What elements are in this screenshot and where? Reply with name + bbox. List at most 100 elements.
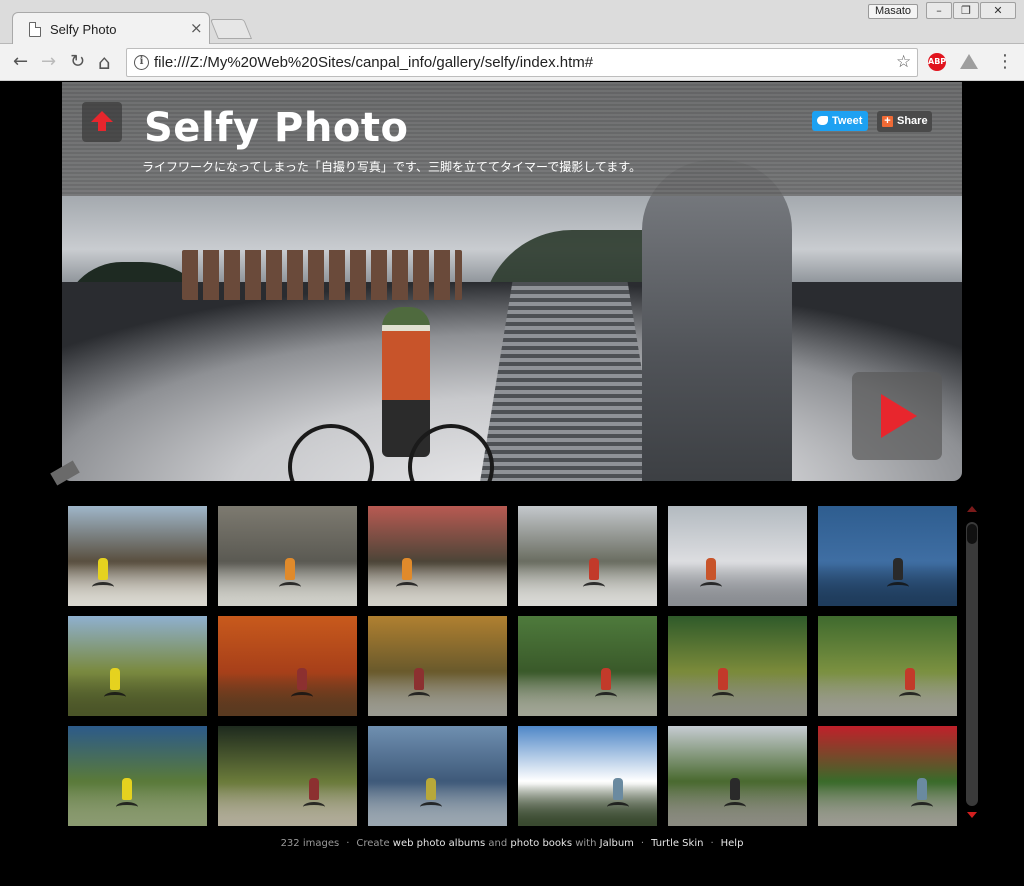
thumbnail-bicycle [92,582,114,592]
thumbnail-bicycle [607,802,629,812]
thumbnail-bicycle [408,692,430,702]
thumbnail-2[interactable] [218,506,357,606]
thumbnail-bicycle [724,802,746,812]
thumbnail-5[interactable] [668,506,807,606]
reload-icon[interactable]: ↻ [70,51,85,73]
thumbnail-bicycle [116,802,138,812]
thumbnail-10[interactable] [518,616,657,716]
share-button[interactable]: + Share [877,111,932,132]
thumbnail-18[interactable] [818,726,957,826]
footer-create: Create [356,838,390,849]
photo-books-link[interactable]: photo books [510,838,572,849]
gallery-page: Selfy Photo ライフワークになってしまった「自撮り写真」です、三脚を立… [4,82,1020,882]
thumbnail-ground [368,674,507,716]
thumbnail-ground [668,674,807,716]
thumbnail-scrollbar[interactable] [966,506,978,826]
info-icon[interactable]: i [134,55,149,70]
image-count: 232 images [280,838,340,849]
profile-name-button[interactable]: Masato [868,4,918,19]
thumbnail-7[interactable] [68,616,207,716]
hero-image-statue [642,160,792,481]
thumbnail-ground [518,784,657,826]
browser-tab[interactable]: Selfy Photo × [12,12,210,45]
footer-and: and [488,838,508,849]
new-tab-button[interactable] [209,19,253,39]
jalbum-link[interactable]: Jalbum [600,838,634,849]
back-icon[interactable]: ← [13,51,28,73]
thumbnail-bicycle [420,802,442,812]
web-albums-link[interactable]: web photo albums [393,838,485,849]
thumbnail-bicycle [595,692,617,702]
thumbnail-bicycle [911,802,933,812]
tweet-label: Tweet [832,115,863,127]
thumbnail-11[interactable] [668,616,807,716]
twitter-bird-icon [817,116,828,125]
thumbnail-cyclist [402,558,412,580]
gallery-footer: 232 images · Create web photo albums and p… [4,838,1020,849]
thumbnail-cyclist [706,558,716,580]
thumbnail-bicycle [279,582,301,592]
thumbnail-8[interactable] [218,616,357,716]
hero-slideshow[interactable]: Selfy Photo ライフワークになってしまった「自撮り写真」です、三脚を立… [62,82,962,481]
parent-folder-button[interactable] [82,102,122,142]
thumbnail-14[interactable] [218,726,357,826]
footer-separator: · [640,838,645,849]
scroll-track[interactable] [966,522,978,806]
footer-with: with [575,838,597,849]
thumbnail-3[interactable] [368,506,507,606]
help-link[interactable]: Help [721,838,744,849]
thumbnail-grid [68,506,958,826]
thumbnail-cyclist [893,558,903,580]
scroll-up-icon[interactable] [967,506,977,512]
skin-link[interactable]: Turtle Skin [651,838,703,849]
thumbnail-9[interactable] [368,616,507,716]
thumbnail-ground [818,784,957,826]
thumbnail-ground [668,564,807,606]
thumbnail-cyclist [309,778,319,800]
thumbnail-bicycle [303,802,325,812]
thumbnail-cyclist [589,558,599,580]
thumbnail-ground [68,674,207,716]
maximize-button[interactable]: ❐ [953,2,979,19]
address-bar[interactable]: i file:///Z:/My%20Web%20Sites/canpal_inf… [126,48,918,77]
thumbnail-4[interactable] [518,506,657,606]
thumbnail-16[interactable] [518,726,657,826]
minimize-button[interactable]: – [926,2,952,19]
browser-toolbar: ← → ↻ ⌂ i file:///Z:/My%20Web%20Sites/ca… [0,44,1024,81]
thumbnail-bicycle [899,692,921,702]
thumbnail-15[interactable] [368,726,507,826]
thumbnail-cyclist [613,778,623,800]
url-text[interactable]: file:///Z:/My%20Web%20Sites/canpal_info/… [154,54,593,71]
thumbnail-ground [518,674,657,716]
scroll-thumb[interactable] [967,524,977,544]
thumbnail-17[interactable] [668,726,807,826]
thumbnail-ground [818,674,957,716]
tab-close-icon[interactable]: × [190,20,203,36]
scroll-down-icon[interactable] [967,812,977,818]
thumbnail-cyclist [426,778,436,800]
slideshow-play-button[interactable] [852,372,942,460]
close-window-button[interactable]: ✕ [980,2,1016,19]
thumbnail-12[interactable] [818,616,957,716]
thumbnail-13[interactable] [68,726,207,826]
thumbnail-ground [368,564,507,606]
hero-corner-toggle[interactable] [50,460,80,486]
thumbnail-cyclist [297,668,307,690]
thumbnail-cyclist [414,668,424,690]
thumbnail-6[interactable] [818,506,957,606]
share-plus-icon: + [882,116,893,127]
page-title: Selfy Photo [144,105,409,151]
page-icon [29,22,41,37]
bookmark-star-icon[interactable]: ☆ [896,52,911,72]
adblock-extension-icon[interactable]: ABP [928,53,946,71]
browser-menu-icon[interactable]: ⋮ [996,52,1014,72]
thumbnail-bicycle [700,582,722,592]
share-label: Share [897,115,928,127]
thumbnail-cyclist [98,558,108,580]
thumbnail-1[interactable] [68,506,207,606]
hero-image-bicycle [288,400,494,481]
drive-extension-icon[interactable] [960,54,978,69]
forward-icon[interactable]: → [41,51,56,73]
home-icon[interactable]: ⌂ [98,51,111,73]
tweet-button[interactable]: Tweet [812,111,868,131]
